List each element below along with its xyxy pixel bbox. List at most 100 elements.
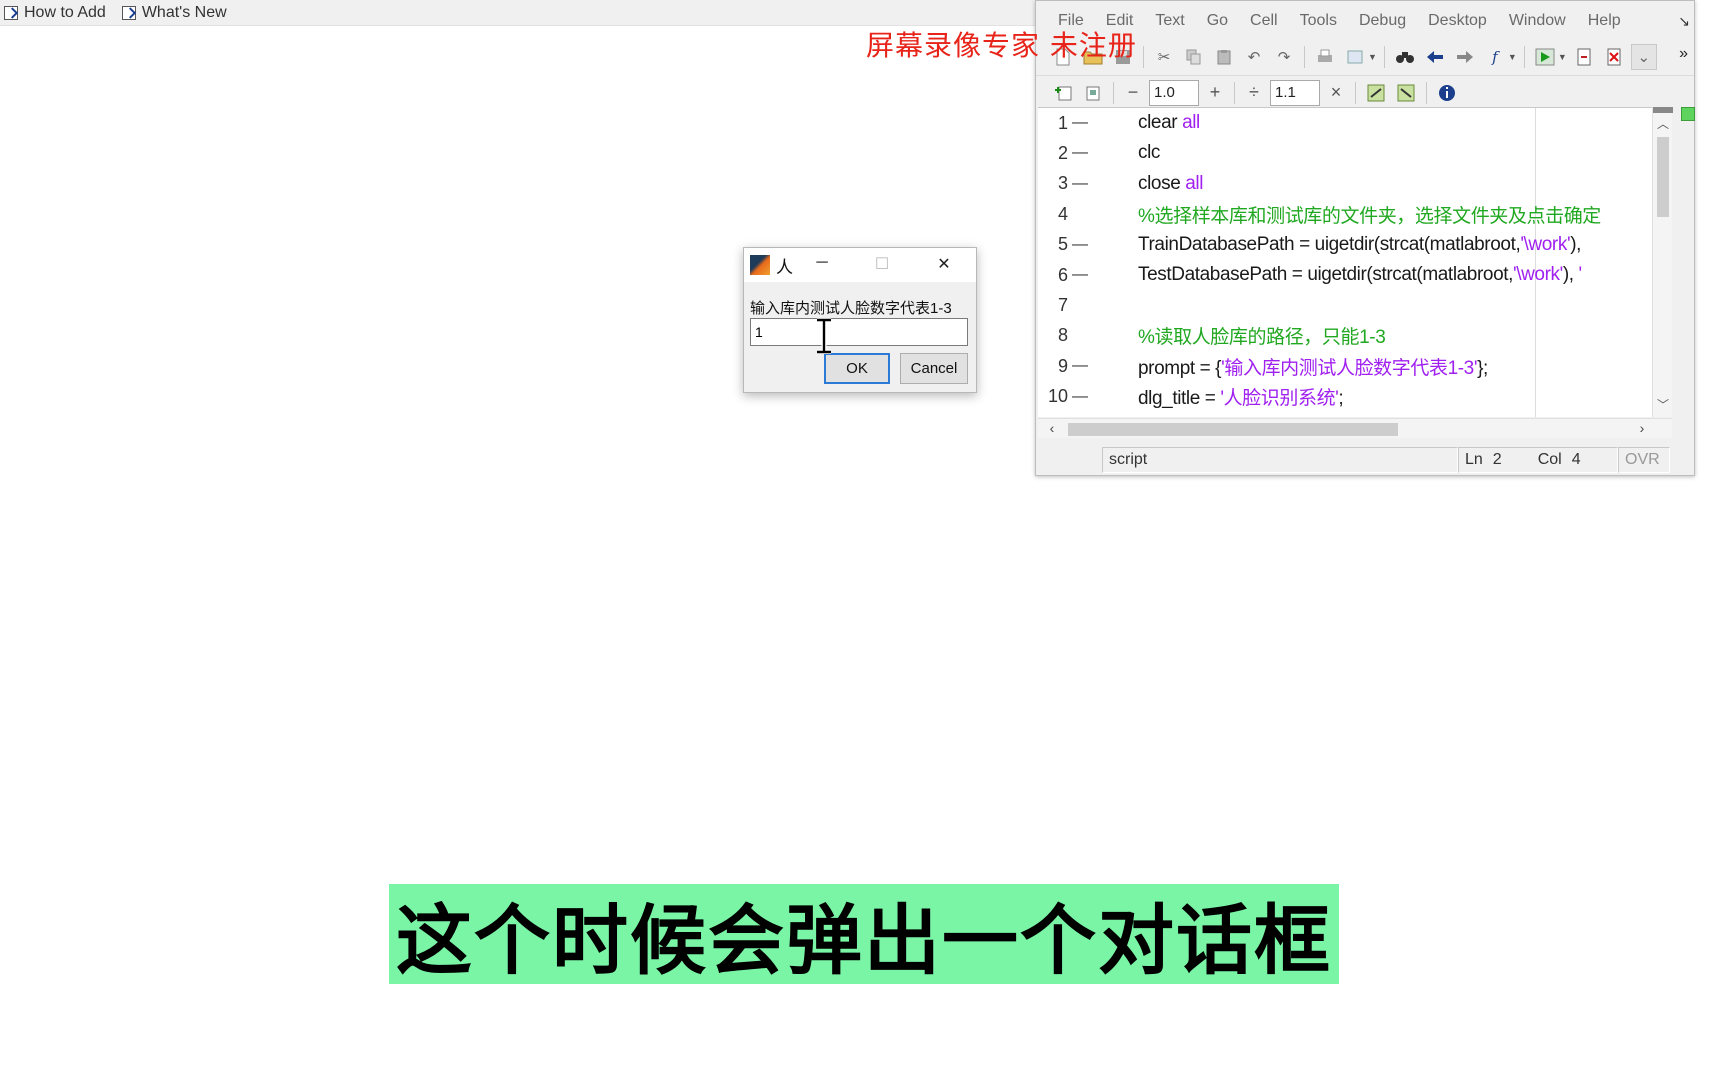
code-analyzer-indicator[interactable] xyxy=(1681,107,1695,121)
divide-button[interactable]: ÷ xyxy=(1242,82,1266,103)
shortcut-whats-new[interactable]: What's New xyxy=(121,4,227,22)
status-ln-label: Ln xyxy=(1465,451,1483,468)
code-line[interactable]: 4 %选择样本库和测试库的文件夹，选择文件夹及点击确定 xyxy=(1038,199,1660,229)
forward-arrow-icon[interactable] xyxy=(1452,44,1478,70)
recorder-watermark: 屏幕录像专家 未注册 xyxy=(866,29,1137,62)
vertical-scrollbar[interactable]: ︿ ﹀ xyxy=(1652,107,1673,417)
scroll-right-icon[interactable]: › xyxy=(1632,420,1652,436)
publish-icon[interactable] xyxy=(1342,44,1368,70)
code-text: TrainDatabasePath = uigetdir(strcat(matl… xyxy=(1138,234,1586,256)
code-line[interactable]: 1— clear all xyxy=(1038,108,1660,138)
print-icon[interactable] xyxy=(1312,44,1338,70)
shortcut-how-to-add[interactable]: How to Add xyxy=(4,4,106,22)
clear-breakpoints-icon[interactable] xyxy=(1601,44,1627,70)
scroll-down-icon[interactable]: ﹀ xyxy=(1653,396,1673,413)
line-number: 9 xyxy=(1057,355,1068,376)
toolbar-overflow-icon[interactable]: » xyxy=(1679,45,1688,63)
toolbar-separator xyxy=(1355,81,1356,104)
code-line[interactable]: 10— dlg_title = '人脸识别系统'; xyxy=(1038,382,1660,412)
menu-text[interactable]: Text xyxy=(1145,12,1196,30)
copy-icon[interactable] xyxy=(1181,44,1207,70)
dialog-text-input[interactable] xyxy=(750,318,968,346)
close-icon[interactable]: ✕ xyxy=(924,254,964,276)
toolbar-separator xyxy=(1523,46,1525,68)
toolbar-separator xyxy=(1383,46,1385,68)
find-binoculars-icon[interactable] xyxy=(1392,44,1418,70)
line-number: 4 xyxy=(1057,203,1068,224)
dialog-prompt-label: 输入库内测试人脸数字代表1-3 xyxy=(750,300,952,317)
multiply-button[interactable]: × xyxy=(1324,82,1348,103)
horizontal-scrollbar[interactable]: ‹ › xyxy=(1038,418,1672,438)
breakpoint-marker[interactable]: — xyxy=(1068,388,1092,406)
stack-dropdown-icon[interactable]: ⌄ xyxy=(1630,44,1657,70)
code-text: clc xyxy=(1138,142,1160,164)
evaluate-cell-icon[interactable] xyxy=(1080,80,1106,106)
string-token: '\work' xyxy=(1520,233,1571,255)
menu-window[interactable]: Window xyxy=(1499,12,1578,30)
breakpoint-marker[interactable]: — xyxy=(1068,236,1092,254)
matlab-logo-icon xyxy=(750,255,770,275)
comment-token: %读取人脸库的路径，只能1-3 xyxy=(1138,327,1386,349)
code-line[interactable]: 3— close all xyxy=(1038,169,1660,199)
cut-icon[interactable]: ✂ xyxy=(1151,44,1177,70)
step-icon[interactable] xyxy=(1571,44,1597,70)
code-line[interactable]: 6— TestDatabasePath = uigetdir(strcat(mat… xyxy=(1038,260,1660,290)
code-line[interactable]: 8 %读取人脸库的路径，只能1-3 xyxy=(1038,321,1660,351)
breakpoint-marker[interactable]: — xyxy=(1068,175,1092,193)
code-text: prompt = {'输入库内测试人脸数字代表1-3'}; xyxy=(1138,353,1488,380)
breakpoint-marker[interactable]: — xyxy=(1068,266,1092,284)
code-token: prompt = { xyxy=(1138,357,1222,379)
scroll-up-icon[interactable]: ︿ xyxy=(1653,115,1673,132)
code-line[interactable]: 9— prompt = {'输入库内测试人脸数字代表1-3'}; xyxy=(1038,351,1660,381)
code-line[interactable]: 5— TrainDatabasePath = uigetdir(strcat(ma… xyxy=(1038,230,1660,260)
dropdown-arrow-icon[interactable]: ▼ xyxy=(1558,52,1567,62)
code-token: clear xyxy=(1138,112,1183,133)
menu-tools[interactable]: Tools xyxy=(1290,12,1349,30)
breakpoint-marker[interactable]: — xyxy=(1068,144,1092,162)
video-subtitle: 这个时候会弹出一个对话框 xyxy=(389,884,1339,985)
increment-button[interactable]: + xyxy=(1203,82,1227,103)
redo-icon[interactable]: ↷ xyxy=(1271,44,1297,70)
scale-value-input[interactable] xyxy=(1270,79,1320,106)
run-icon[interactable] xyxy=(1532,44,1558,70)
code-editor[interactable]: 1— clear all 2— clc 3— close all 4 %选择样本库和测试库的文… xyxy=(1038,107,1660,417)
menu-cell[interactable]: Cell xyxy=(1240,12,1290,30)
cell-tool-icon[interactable] xyxy=(1363,80,1389,106)
paste-icon[interactable] xyxy=(1211,44,1237,70)
horizontal-scroll-thumb[interactable] xyxy=(1068,423,1398,436)
code-line[interactable]: 2— clc xyxy=(1038,138,1660,168)
menu-go[interactable]: Go xyxy=(1197,12,1240,30)
breakpoint-marker[interactable]: — xyxy=(1068,357,1092,375)
dropdown-arrow-icon[interactable]: ▼ xyxy=(1368,52,1377,62)
menu-desktop[interactable]: Desktop xyxy=(1418,12,1499,30)
increment-value-input[interactable] xyxy=(1149,79,1199,106)
insert-cell-icon[interactable] xyxy=(1050,80,1076,106)
code-line[interactable]: 7 xyxy=(1038,290,1660,320)
toolbar-separator xyxy=(1143,46,1144,68)
input-dialog: 人 ─ ☐ ✕ 输入库内测试人脸数字代表1-3 OK Cancel xyxy=(743,247,977,393)
editor-window: File Edit Text Go Cell Tools Debug Deskt… xyxy=(1035,0,1695,476)
info-icon[interactable] xyxy=(1434,80,1460,106)
vertical-scroll-thumb[interactable] xyxy=(1657,137,1669,217)
cell-toolbar: − + ÷ × xyxy=(1036,75,1694,109)
minimize-icon[interactable]: ─ xyxy=(802,254,842,276)
cell-tool-icon[interactable] xyxy=(1393,80,1419,106)
dropdown-arrow-icon[interactable]: ▼ xyxy=(1508,52,1517,62)
cancel-button[interactable]: Cancel xyxy=(900,353,968,384)
line-number: 5 xyxy=(1057,234,1068,255)
scroll-left-icon[interactable]: ‹ xyxy=(1042,420,1062,436)
split-handle[interactable] xyxy=(1653,107,1673,113)
dialog-title-bar[interactable]: 人 ─ ☐ ✕ xyxy=(744,248,976,282)
code-text: %读取人脸库的路径，只能1-3 xyxy=(1138,322,1386,349)
function-icon[interactable]: f xyxy=(1482,44,1508,70)
ok-button[interactable]: OK xyxy=(824,353,890,384)
menu-debug[interactable]: Debug xyxy=(1349,12,1418,30)
undo-icon[interactable]: ↶ xyxy=(1241,44,1267,70)
status-ln-value: 2 xyxy=(1492,451,1502,468)
code-text: clear all xyxy=(1138,112,1200,134)
menu-help[interactable]: Help xyxy=(1578,12,1633,30)
back-arrow-icon[interactable] xyxy=(1422,44,1448,70)
decrement-button[interactable]: − xyxy=(1121,82,1145,103)
breakpoint-marker[interactable]: — xyxy=(1068,114,1092,132)
undock-arrow-icon[interactable]: ↘ xyxy=(1678,13,1690,30)
